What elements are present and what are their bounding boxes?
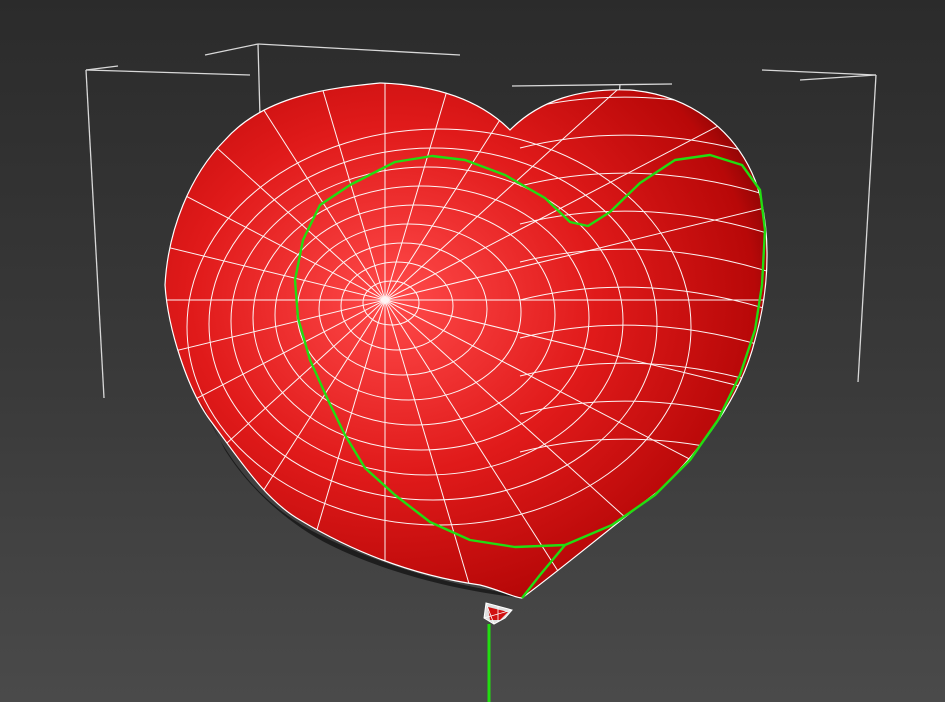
heart-balloon-mesh[interactable]: [0, 0, 805, 680]
3d-viewport[interactable]: [0, 0, 945, 702]
viewport-scene: [0, 0, 877, 702]
bounding-box-corner-top-right: [761, 69, 877, 383]
balloon-knot[interactable]: [483, 602, 513, 625]
